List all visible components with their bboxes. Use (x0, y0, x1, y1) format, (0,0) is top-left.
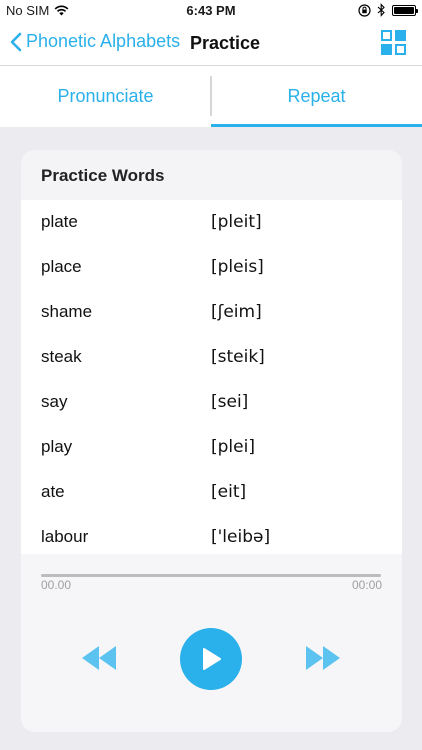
phonetic-text: [sei] (211, 392, 249, 412)
phonetic-text: [eit] (211, 482, 247, 502)
tab-pronunciate[interactable]: Pronunciate (0, 66, 211, 127)
phonetic-text: [pleis] (211, 257, 264, 277)
list-item[interactable]: ate [eit] (21, 470, 402, 514)
status-bar: No SIM 6:43 PM (0, 0, 422, 22)
word-text: play (41, 437, 73, 456)
selected-tab-indicator (211, 124, 422, 127)
status-right (358, 3, 418, 17)
back-button[interactable]: Phonetic Alphabets (10, 31, 180, 52)
play-icon (203, 648, 221, 670)
phonetic-text: ['leibə] (211, 527, 271, 547)
word-text: say (41, 392, 68, 411)
word-text: ate (41, 482, 65, 501)
tab-repeat[interactable]: Repeat (211, 66, 422, 127)
tab-repeat-label: Repeat (287, 86, 346, 106)
list-item[interactable]: say [sei] (21, 380, 402, 424)
grid-icon[interactable] (381, 30, 406, 55)
phonetic-text: [pleit] (211, 212, 262, 232)
back-button-label: Phonetic Alphabets (26, 31, 181, 51)
progress-track[interactable] (41, 574, 381, 577)
list-item[interactable]: labour ['leibə] (21, 515, 402, 559)
word-text: place (41, 257, 82, 276)
play-button[interactable] (180, 628, 242, 690)
list-item[interactable]: plate [pleit] (21, 200, 402, 244)
tab-pronunciate-label: Pronunciate (57, 86, 154, 106)
word-text: plate (41, 212, 78, 231)
audio-player: 00.00 00:00 (21, 554, 402, 732)
word-text: shame (41, 302, 93, 321)
page-title: Practice (190, 33, 261, 53)
word-text: steak (41, 347, 82, 366)
lock-rotation-icon (358, 3, 371, 17)
card-title: Practice Words (41, 166, 165, 185)
current-time: 00.00 (41, 578, 72, 592)
card-header: Practice Words (21, 150, 402, 200)
back-chevron-icon (10, 32, 22, 51)
word-list: plate [pleit] place [pleis] shame [ʃeim]… (21, 200, 402, 554)
list-item[interactable]: steak [steik] (21, 335, 402, 379)
list-item[interactable]: play [plei] (21, 425, 402, 469)
fast-forward-icon[interactable] (305, 646, 341, 670)
bluetooth-icon (377, 3, 385, 17)
battery-icon (392, 4, 418, 16)
segmented-tabs: Pronunciate Repeat (0, 66, 422, 127)
phonetic-text: [plei] (211, 437, 255, 457)
word-text: labour (41, 527, 89, 546)
rewind-icon[interactable] (81, 646, 117, 670)
total-time: 00:00 (351, 578, 382, 592)
navigation-bar: Phonetic Alphabets Practice (0, 22, 422, 66)
list-item[interactable]: shame [ʃeim] (21, 290, 402, 334)
practice-card: Practice Words plate [pleit] place [plei… (21, 150, 402, 732)
list-item[interactable]: place [pleis] (21, 245, 402, 289)
phonetic-text: [steik] (211, 347, 265, 367)
phonetic-text: [ʃeim] (211, 302, 262, 322)
